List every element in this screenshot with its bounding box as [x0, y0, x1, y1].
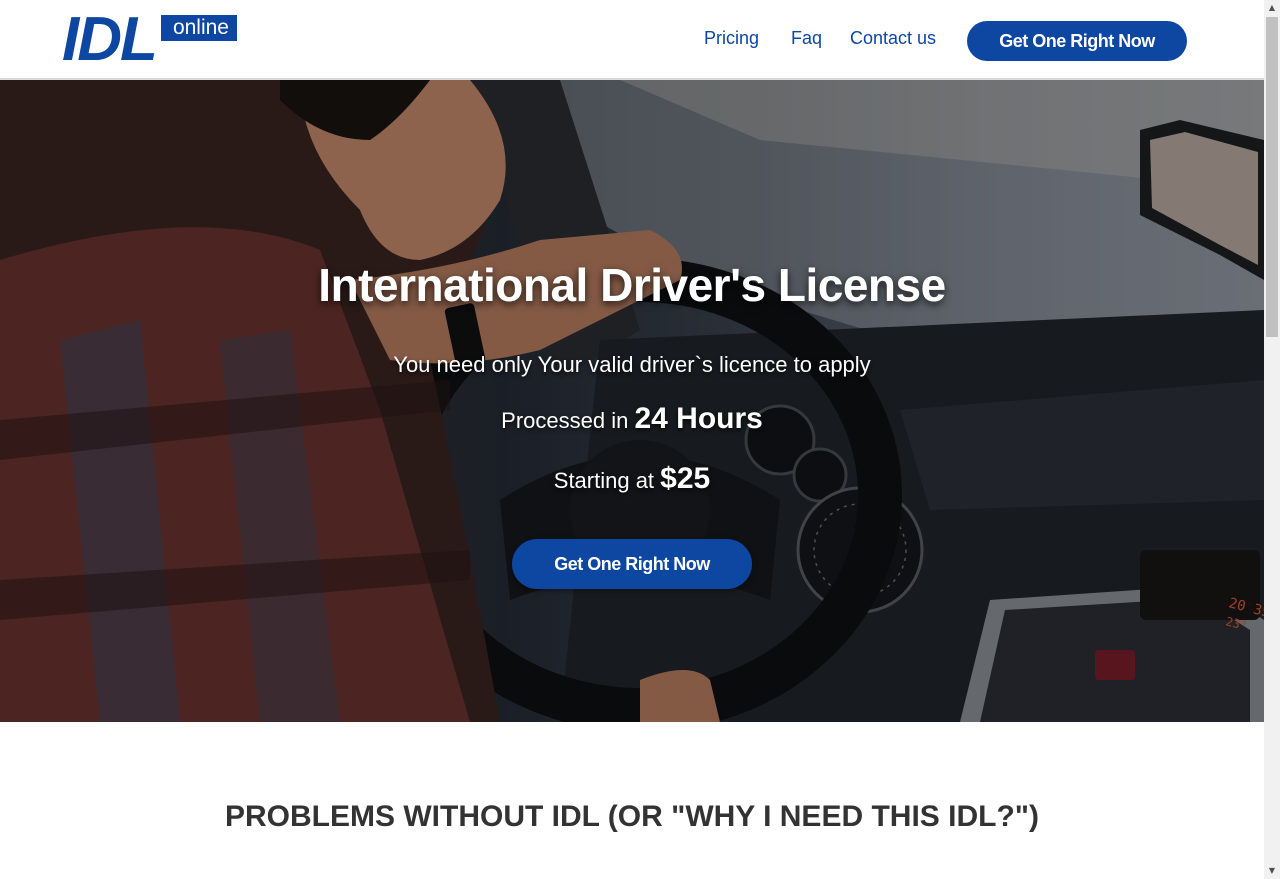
problems-section-title: PROBLEMS WITHOUT IDL (OR "WHY I NEED THI… — [225, 800, 1039, 833]
logo-wordmark: IDL — [62, 5, 158, 74]
triangle-down-icon[interactable]: ▼ — [1264, 863, 1280, 879]
hero-section: 20 35 23° International Driver's License… — [0, 80, 1264, 722]
processed-value: 24 Hours — [634, 402, 763, 435]
hero-overlay — [0, 80, 1264, 722]
hero-subtitle: You need only Your valid driver`s licenc… — [393, 352, 871, 377]
site-header: IDL online Pricing Faq Contact us Get On… — [0, 0, 1264, 80]
hero-processed-line: Processed in 24 Hours — [0, 402, 1264, 436]
hero-title: International Driver's License — [318, 259, 946, 311]
header-cta-button[interactable]: Get One Right Now — [967, 21, 1187, 61]
nav-link-pricing[interactable]: Pricing — [704, 28, 759, 49]
site-logo[interactable]: IDL online — [62, 5, 242, 74]
triangle-up-icon[interactable]: ▲ — [1264, 0, 1280, 16]
scrollbar-thumb[interactable] — [1266, 17, 1278, 337]
page-scrollbar[interactable]: ▲ ▼ — [1264, 0, 1280, 879]
logo-tag: online — [161, 15, 237, 41]
processed-prefix: Processed in — [501, 408, 629, 433]
hero-price-line: Starting at $25 — [0, 462, 1264, 496]
hero-cta-button[interactable]: Get One Right Now — [512, 539, 752, 589]
nav-link-faq[interactable]: Faq — [791, 28, 822, 49]
nav-link-contact-us[interactable]: Contact us — [850, 28, 936, 49]
price-value: $25 — [660, 462, 711, 495]
price-prefix: Starting at — [553, 468, 655, 493]
